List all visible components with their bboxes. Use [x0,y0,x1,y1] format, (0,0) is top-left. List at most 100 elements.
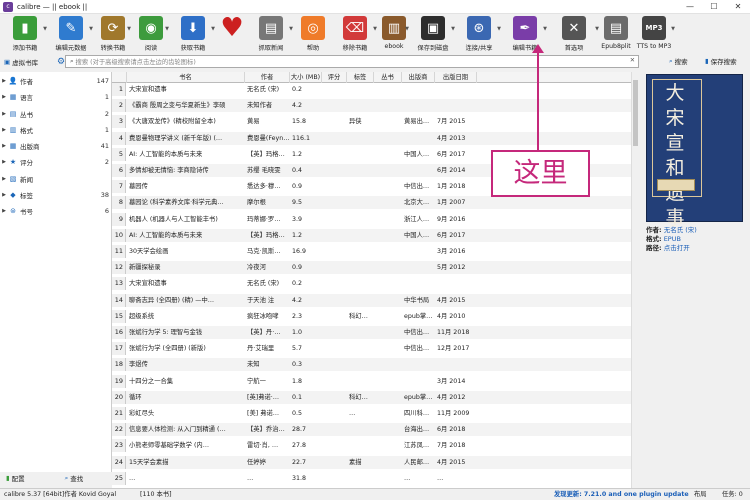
chevron-down-icon[interactable]: ▼ [127,26,131,32]
chevron-down-icon[interactable]: ▼ [89,26,93,32]
table-cell: 未知作者 [247,102,273,110]
table-row[interactable]: 1 大宋宣和遗事 无名氏 (宋) 0.2 [112,83,638,96]
chevron-down-icon[interactable]: ▼ [497,26,501,32]
table-row[interactable]: 23 小熊老师零基础学数学 (内… 雷切·肖, … 27.8 江苏凤… 7月 2018 [112,439,638,453]
sidebar-item[interactable]: ▶ ▦ 出版商 41 [0,140,112,152]
table-row[interactable]: 8 墓园论 (科学素养文库·科学元典… 摩尔根 9.5 北京大… 1月 2007 [112,196,638,210]
expand-arrow-icon[interactable]: ▶ [0,143,8,149]
scrollbar-thumb[interactable] [633,80,638,146]
chevron-down-icon[interactable]: ▼ [211,26,215,32]
sidebar-item[interactable]: ▶ ▦ 语言 1 [0,91,112,103]
table-row[interactable]: 18 李煜传 未知 0.3 [112,358,638,372]
sidebar-item[interactable]: ▶ ◆ 标签 38 [0,189,112,201]
expand-arrow-icon[interactable]: ▶ [0,208,8,214]
toolbar-button-11[interactable]: ⊛ 连接/共享 ▼ [456,14,502,54]
column-header[interactable]: 作者 [245,72,290,83]
table-row[interactable]: 11 30天学会绘画 马克·凯斯… 16.9 3月 2016 [112,245,638,258]
table-scrollbar[interactable] [631,72,638,488]
sidebar-item[interactable]: ▶ ▧ 新闻 [0,173,112,185]
table-row[interactable]: 19 十四分之一合集 宁航一 1.8 3月 2014 [112,374,638,388]
find-button[interactable]: 查找 [70,473,83,483]
edit-book-icon: ✒ [513,16,537,40]
toolbar-button-0[interactable]: ▮ 添加书籍 ▼ [2,14,48,54]
toolbar-button-13[interactable]: ✕ 首选项 ▼ [548,14,600,54]
column-header[interactable]: 评分 [322,72,347,83]
expand-arrow-icon[interactable]: ▶ [0,192,8,198]
table-row[interactable]: 3 《大唐双龙传》(精校附留全本) 黄易 15.8 异侠 黄易出… 7月 2015 [112,115,638,129]
table-row[interactable]: 4 费恩曼物理学讲义 (新千年版) (… 费恩曼(Feyn… 116.1 4月 2013 [112,131,638,145]
expand-arrow-icon[interactable]: ▶ [0,94,8,100]
sidebar-item[interactable]: ▶ ▥ 格式 1 [0,124,112,136]
sidebar-item[interactable]: ▶ ★ 评分 2 [0,156,112,168]
toolbar-button-8[interactable]: ⌫ 移除书籍 ▼ [332,14,378,54]
column-header[interactable]: 出版日期 [435,72,477,83]
chevron-down-icon[interactable]: ▼ [671,26,675,32]
table-row[interactable]: 20 循环 [英]弗诺·… 0.1 科幻… epub掌… 4月 2012 [112,390,638,404]
search-button[interactable]: ⌕ 搜索 [669,56,688,67]
toolbar-button-15[interactable]: MP3 TTS to MP3 ▼ [632,14,676,54]
toolbar-button-2[interactable]: ⟳ 转换书籍 ▼ [94,14,132,54]
layout-button[interactable]: 布局 [694,489,707,500]
saved-search-button[interactable]: ▮ 保存搜索 [705,56,737,66]
column-header[interactable]: 标签 [347,72,374,83]
path-value[interactable]: 点击打开 [664,244,690,252]
book-cover[interactable]: 大宋宣和遗事 [646,74,743,229]
table-row[interactable]: 24 15天学会素描 任婷婷 22.7 素描 人民邮… 4月 2015 [112,455,638,469]
table-row[interactable]: 12 新疆探秘录 冷夜河 0.9 5月 2012 [112,261,638,275]
table-cell: 【英】玛格… [247,231,285,239]
table-row[interactable]: 25…… 31.8…… [112,471,638,485]
toolbar-button-4[interactable]: ⬇ 获取书籍 ▼ [170,14,216,54]
table-row[interactable]: 17 张斌行为学 (全四册) (新版) 丹·艾瑞里 5.7 中信出… 12月 2017 [112,342,638,356]
virtual-library-button[interactable]: ▣ 虚拟书库 [0,57,52,67]
sidebar-item[interactable]: ▶ ▤ 丛书 2 [0,108,112,120]
toolbar-button-1[interactable]: ✎ 编辑元数据 ▼ [48,14,94,54]
expand-arrow-icon[interactable]: ▶ [0,78,8,84]
table-row[interactable]: 13 大宋宣和遗事 无名氏 (宋) 0.2 [112,277,638,291]
table-row[interactable]: 14 聊斋志异 (全四册) (精) —中… 于天池 注 4.2 中华书局 4月 2015 [112,293,638,307]
column-header[interactable]: 大小 (MB) [290,72,322,83]
toolbar-button-6[interactable]: ▤ 抓取新闻 ▼ [248,14,294,54]
column-header[interactable]: 出版商 [402,72,435,83]
column-header[interactable]: 丛书 [374,72,402,83]
expand-arrow-icon[interactable]: ▶ [0,159,8,165]
close-button[interactable]: ✕ [726,0,750,14]
format-value[interactable]: EPUB [664,235,681,243]
table-row[interactable]: 22 信息要人体检测: 从入门到精通 (… 【英】乔治… 28.7 台海出… 6月 201… [112,423,638,437]
search-input[interactable]: ⌕ 搜索 (对于高级搜索请点击左边的齿轮图标) ✕ [65,55,639,68]
minimize-button[interactable]: — [678,0,702,14]
jobs-indicator[interactable]: 任务: 0 [722,489,743,500]
chevron-down-icon[interactable]: ▼ [595,26,599,32]
chevron-down-icon[interactable]: ▼ [43,26,47,32]
table-row[interactable]: 21 彩虹尽头 [美] 弗诺… 0.5 … 四川科… 11月 2009 [112,407,638,420]
table-row[interactable]: 2 《霸商 殷周之变与华夏新生》李硕 未知作者 4.2 [112,99,638,113]
table-cell [322,391,347,404]
toolbar-button-10[interactable]: ▣ 保存到磁盘 ▼ [410,14,456,54]
table-cell: 【英】玛格… [247,150,285,158]
toolbar-button-5[interactable]: ♥ [216,13,248,54]
table-row[interactable]: 10 AI: 人工智能的本质与未来 【英】玛格… 1.2 中国人… 6月 2017 [112,228,638,242]
table-row[interactable]: 16 张斌行为学 5: 理智与金钱 【英】丹·… 1.0 中信出… 11月 2018 [112,326,638,339]
chevron-down-icon[interactable]: ▼ [405,26,409,32]
chevron-down-icon[interactable]: ▼ [289,26,293,32]
expand-arrow-icon[interactable]: ▶ [0,127,8,133]
configure-button[interactable]: 配置 [12,473,25,483]
toolbar-button-14[interactable]: ▤ Epub8plit [600,14,632,54]
sidebar-item[interactable]: ▶ ⊜ 书号 6 [0,205,112,217]
chevron-down-icon[interactable]: ▼ [543,26,547,32]
toolbar-button-9[interactable]: ▥ ebook ▼ [378,14,410,54]
table-row[interactable]: 15 超级系统 疯狂冰咆哮 2.3 科幻… epub掌… 4月 2010 [112,309,638,323]
column-header[interactable]: 书名 [127,72,245,83]
chevron-down-icon[interactable]: ▼ [373,26,377,32]
chevron-down-icon[interactable]: ▼ [165,26,169,32]
author-value[interactable]: 无名氏 (宋) [664,226,697,234]
chevron-down-icon[interactable]: ▼ [451,26,455,32]
expand-arrow-icon[interactable]: ▶ [0,176,8,182]
clear-search-icon[interactable]: ✕ [630,57,635,64]
toolbar-button-3[interactable]: ◉ 阅读 ▼ [132,14,170,54]
maximize-button[interactable]: ☐ [702,0,726,14]
toolbar-button-7[interactable]: ◎ 帮助 [294,14,332,54]
table-row[interactable]: 9 机器人 (机器人与人工智能丰书) 玛蒂娜·罗… 3.9 浙江人… 9月 2016 [112,212,638,226]
status-update-link[interactable]: 发现更新: 7.21.0 and one plugin update [554,489,689,500]
expand-arrow-icon[interactable]: ▶ [0,111,8,117]
sidebar-item[interactable]: ▶ 👤 作者 147 [0,75,112,87]
